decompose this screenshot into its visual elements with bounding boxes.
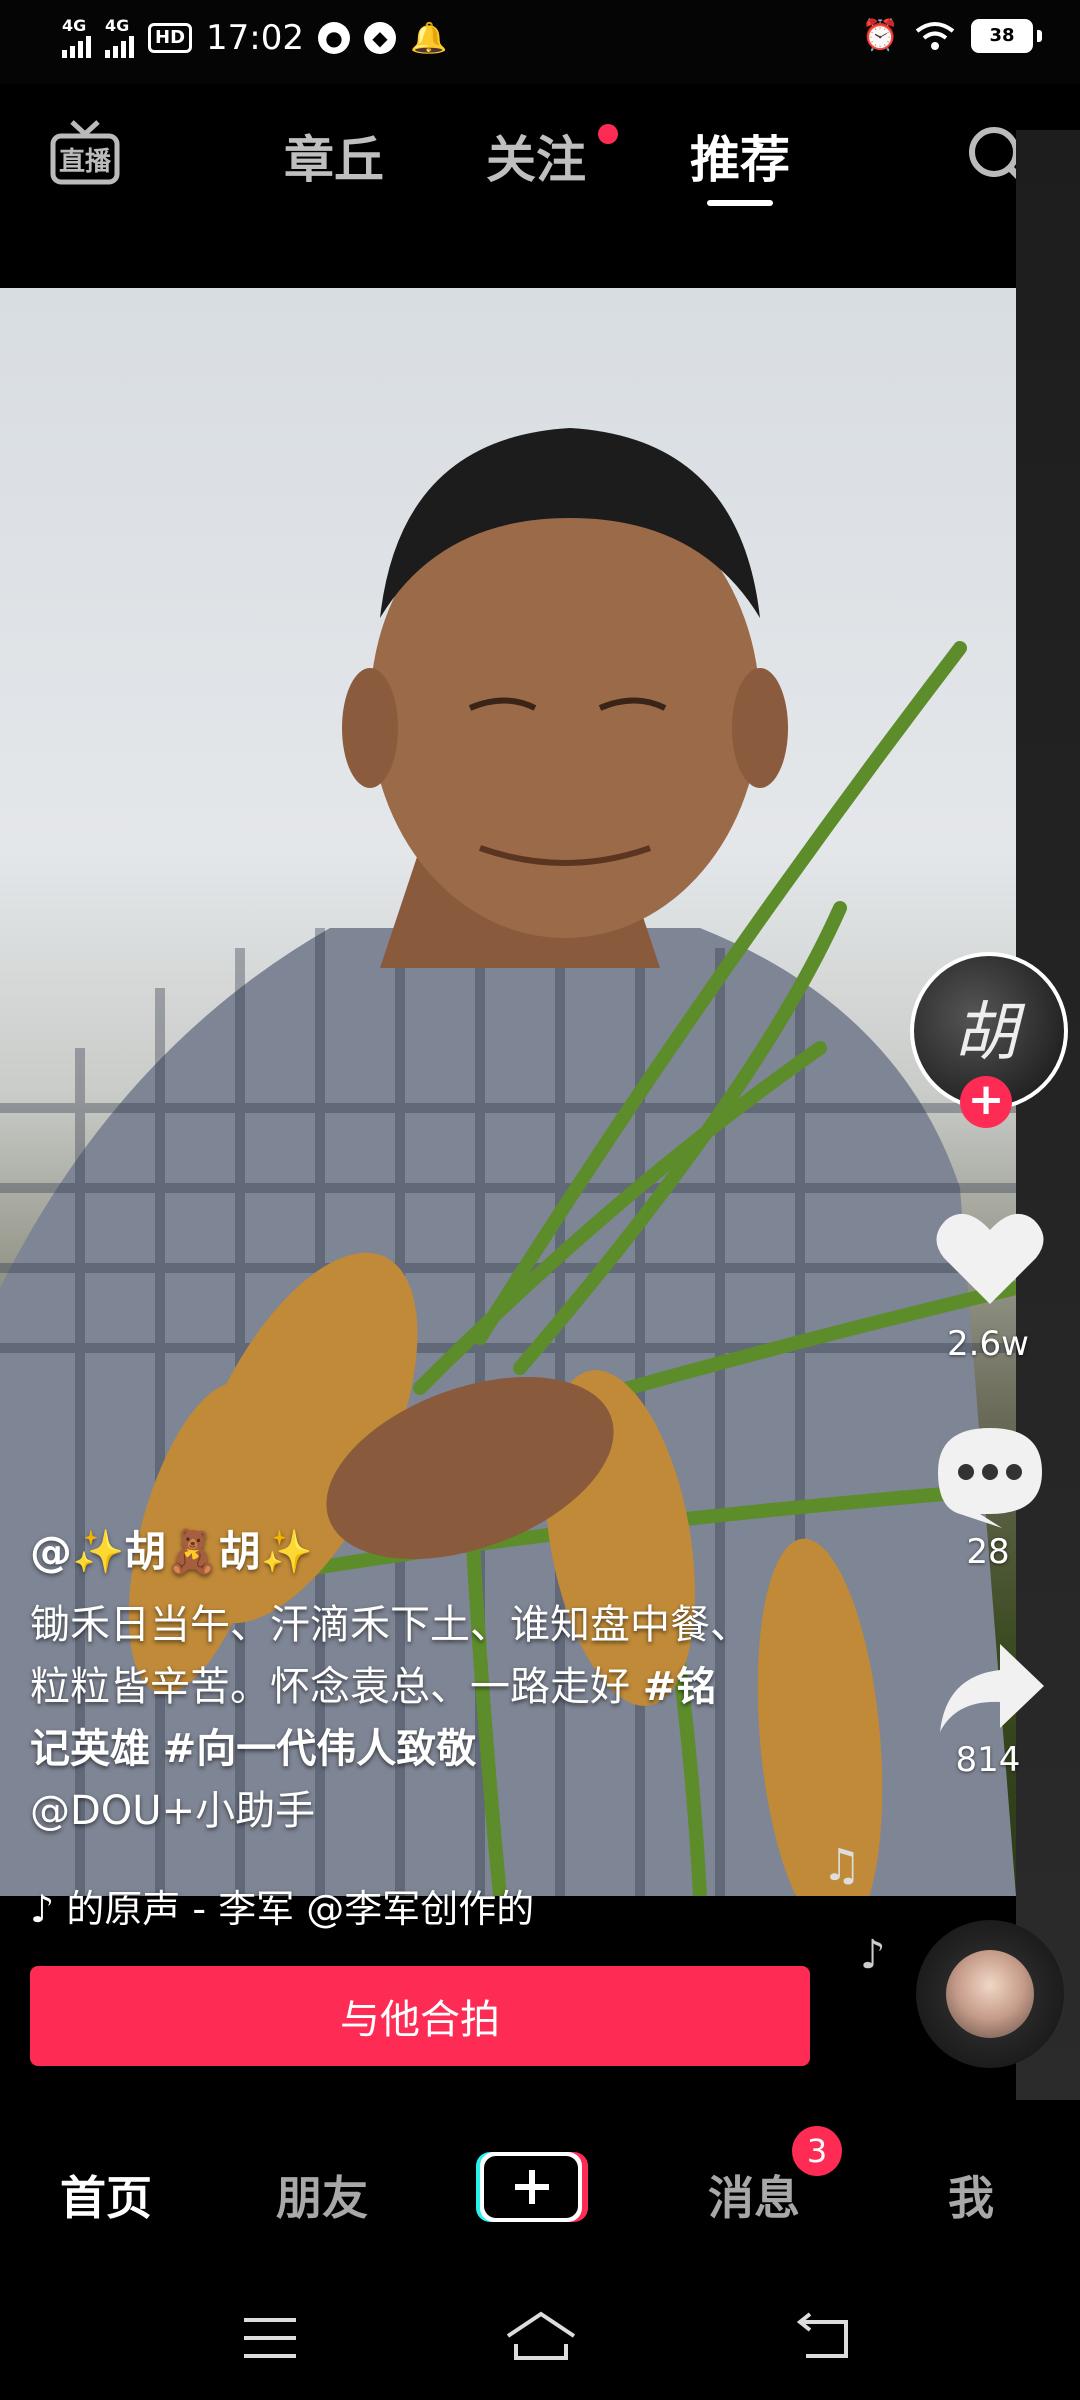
messages-badge: 3 (792, 2126, 842, 2176)
next-video-edge (1016, 130, 1080, 2100)
svg-text:直播: 直播 (59, 147, 112, 177)
create-plus-button[interactable] (474, 2150, 588, 2224)
battery-tip (1037, 29, 1042, 42)
hd-icon: HD (148, 23, 193, 53)
notification-dot (598, 124, 618, 144)
heart-icon[interactable] (934, 1208, 1046, 1308)
nav-me[interactable]: 我 (948, 2162, 994, 2228)
mention-link[interactable]: @DOU+小助手 (30, 1788, 315, 1834)
duet-button[interactable]: 与他合拍 (30, 1966, 810, 2066)
share-icon[interactable] (936, 1640, 1046, 1736)
nav-friends[interactable]: 朋友 (276, 2162, 368, 2228)
follow-plus-button[interactable]: + (960, 1076, 1012, 1128)
author-name[interactable]: @✨胡🧸胡✨ (30, 1518, 313, 1579)
floating-note-icon: ♪ (860, 1932, 886, 1978)
menu-icon[interactable] (244, 2316, 296, 2360)
wifi-icon (915, 21, 955, 50)
hashtag-link[interactable]: #向一代伟人致敬 (163, 1726, 477, 1772)
tab-zhangqiu[interactable]: 章丘 (284, 120, 384, 192)
nav-messages[interactable]: 消息 (708, 2162, 800, 2228)
floating-note-icon: ♫ (822, 1840, 862, 1891)
status-right: ⏰ 38 (862, 18, 1042, 53)
nav-home[interactable]: 首页 (60, 2162, 152, 2228)
back-icon[interactable] (796, 2312, 852, 2362)
music-title: 的原声 - 李军 @李军创作的 (66, 1887, 535, 1931)
comment-icon[interactable] (934, 1424, 1046, 1530)
battery-icon: 38 (971, 18, 1033, 53)
home-icon[interactable] (504, 2310, 578, 2362)
comment-count: 28 (966, 1532, 1010, 1572)
signal-1: 4G (62, 18, 91, 58)
status-left: 4G 4G HD 17:02 ● ◆ 🔔 (62, 18, 447, 58)
live-tv-icon[interactable]: 直播 (50, 118, 120, 190)
wechat-icon: ● (318, 22, 350, 54)
music-note-icon: ♪ (30, 1887, 67, 1931)
active-tab-indicator (707, 200, 773, 206)
music-info[interactable]: ♪ 的原声 - 李军 @李军创作的 (30, 1878, 570, 1933)
share-count: 814 (955, 1740, 1021, 1780)
tab-following[interactable]: 关注 (486, 120, 586, 192)
alarm-icon: ⏰ (861, 18, 899, 53)
signal-2: 4G (105, 18, 134, 58)
video-caption: 锄禾日当午、汗滴禾下土、谁知盘中餐、粒粒皆辛苦。怀念袁总、一路走好 #铭记英雄 … (30, 1594, 750, 1842)
compass-icon: ◆ (364, 22, 396, 54)
music-disc-avatar (946, 1950, 1034, 2038)
status-time: 17:02 (206, 18, 304, 58)
avatar-text: 胡 (954, 996, 1026, 1070)
qq-icon: 🔔 (410, 20, 448, 56)
tab-recommend[interactable]: 推荐 (690, 120, 790, 192)
like-count: 2.6w (947, 1324, 1029, 1364)
